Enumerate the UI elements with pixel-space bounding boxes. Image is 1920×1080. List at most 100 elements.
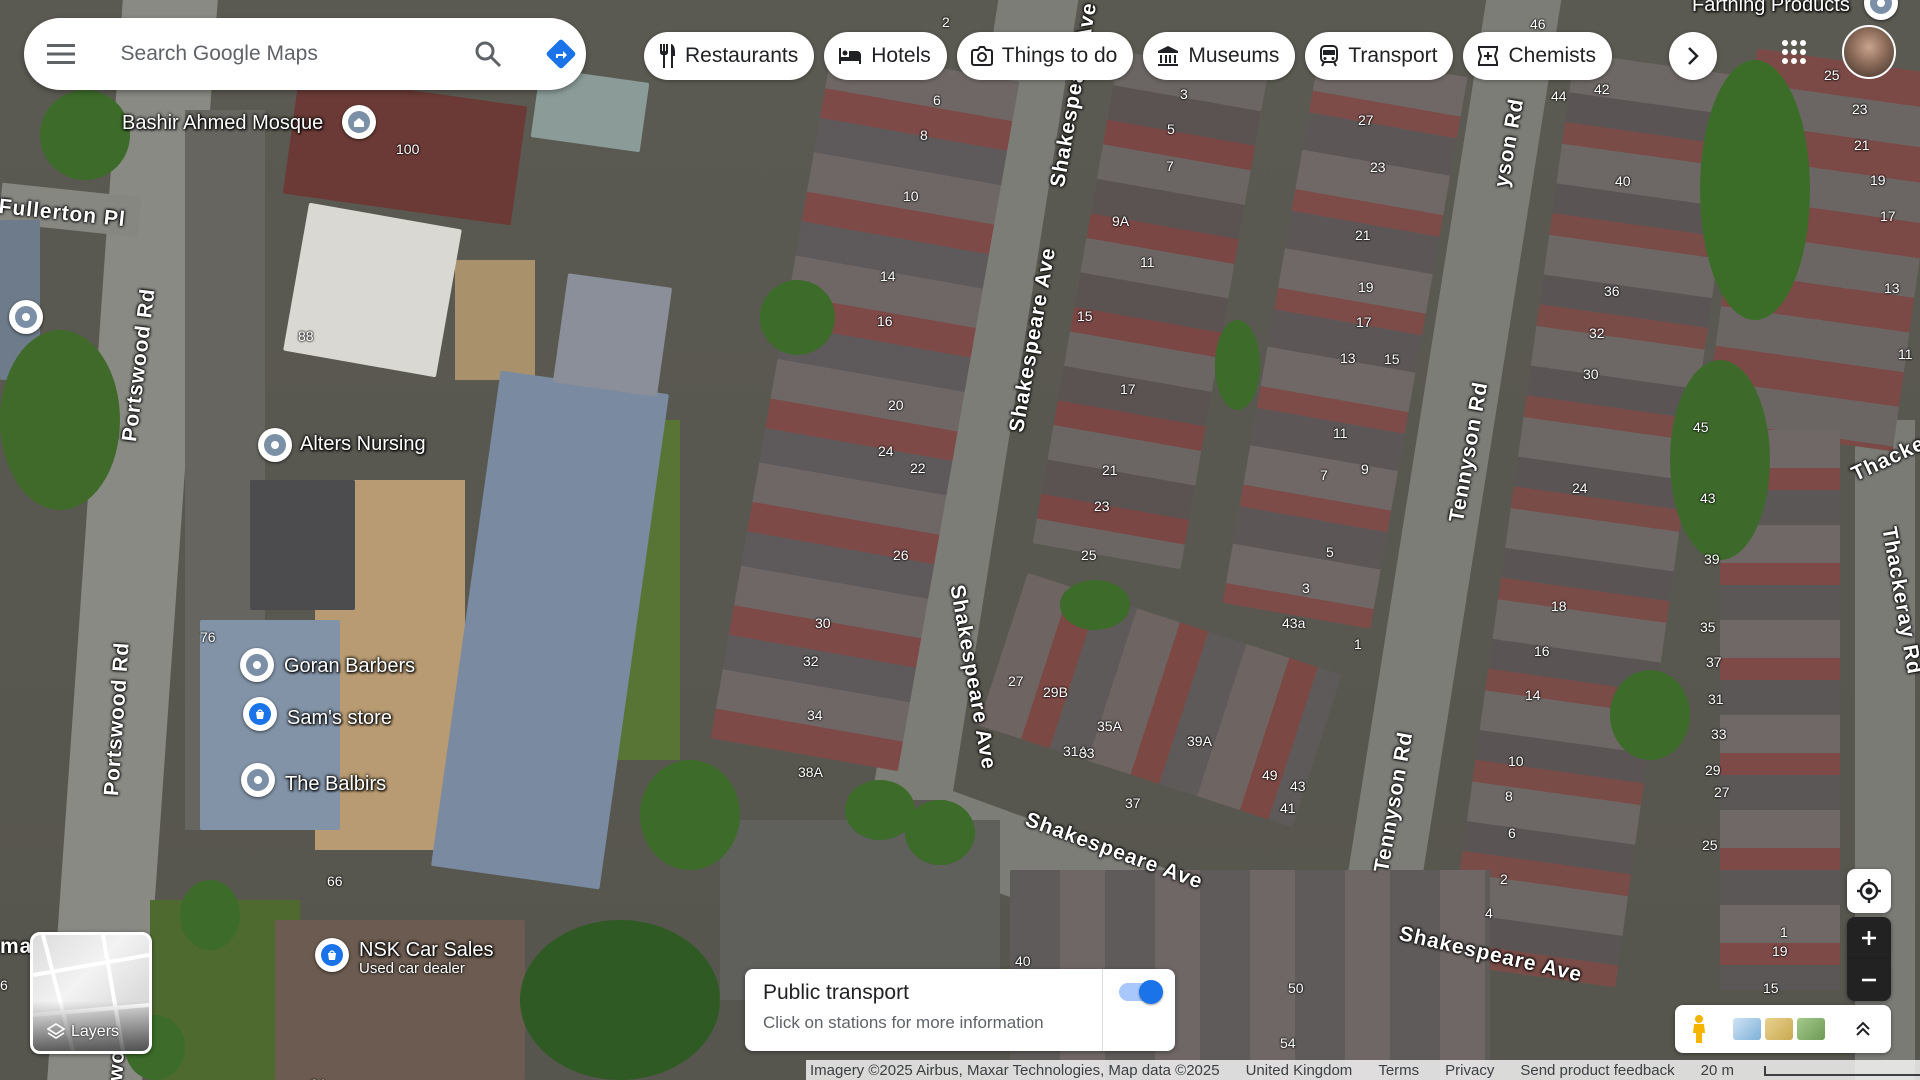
place-pin-mosque[interactable] bbox=[342, 105, 376, 139]
feedback-link[interactable]: Send product feedback bbox=[1520, 1062, 1674, 1079]
scale-bar bbox=[1763, 1065, 1920, 1076]
privacy-link[interactable]: Privacy bbox=[1445, 1062, 1494, 1079]
chip-label: Restaurants bbox=[685, 44, 799, 67]
zoom-in-button[interactable] bbox=[1847, 917, 1891, 959]
chevron-right-icon bbox=[1688, 47, 1699, 65]
house-number: 24 bbox=[878, 443, 894, 459]
house-number: 24 bbox=[1572, 480, 1588, 496]
house-number: 19 bbox=[1772, 943, 1788, 959]
chip-museums[interactable]: Museums bbox=[1143, 32, 1296, 80]
house-number: 19 bbox=[1870, 172, 1886, 188]
place-sublabel-nsk: Used car dealer bbox=[359, 960, 465, 977]
layers-button[interactable]: Layers bbox=[30, 932, 152, 1054]
house-number: 43 bbox=[1290, 778, 1306, 794]
transit-text: Public transport Click on stations for m… bbox=[745, 969, 1102, 1051]
house-number: 37 bbox=[1125, 795, 1141, 811]
place-label-sams[interactable]: Sam's store bbox=[287, 707, 392, 730]
house-number: 29B bbox=[1043, 684, 1068, 700]
search-box bbox=[24, 18, 586, 90]
house-number: 21 bbox=[1854, 137, 1870, 153]
house-number: 25 bbox=[1824, 67, 1840, 83]
house-number: 14 bbox=[1525, 687, 1541, 703]
search-icon bbox=[475, 41, 501, 68]
house-number: 1 bbox=[1780, 924, 1788, 940]
house-number: 7 bbox=[1320, 467, 1328, 483]
tree bbox=[1060, 580, 1130, 630]
place-pin-goran[interactable] bbox=[240, 648, 274, 682]
scale-control[interactable]: 20 m bbox=[1701, 1062, 1920, 1079]
roof-flats-top bbox=[552, 273, 673, 397]
expand-button[interactable] bbox=[1843, 1009, 1883, 1049]
chip-hotels[interactable]: Hotels bbox=[824, 32, 947, 80]
house-number: 30 bbox=[815, 615, 831, 631]
place-pin-farthing[interactable] bbox=[1864, 0, 1898, 20]
house-number: 33 bbox=[1079, 745, 1095, 761]
house-number: 15 bbox=[1763, 980, 1779, 996]
house-number: 9A bbox=[1112, 213, 1130, 229]
place-pin-balbirs[interactable] bbox=[241, 763, 275, 797]
imagery-thumbnail-3[interactable] bbox=[1797, 1018, 1825, 1040]
region-link[interactable]: United Kingdom bbox=[1246, 1062, 1353, 1079]
place-pin-sams[interactable] bbox=[243, 697, 277, 731]
chip-label: Hotels bbox=[871, 44, 931, 67]
hamburger-menu-icon bbox=[47, 44, 76, 64]
search-input[interactable] bbox=[118, 41, 445, 67]
imagery-thumbnail-2[interactable] bbox=[1765, 1018, 1793, 1040]
house-number: 46 bbox=[1530, 16, 1546, 32]
house-number: 54 bbox=[1280, 1035, 1296, 1051]
place-label-balbirs[interactable]: The Balbirs bbox=[285, 773, 386, 796]
hotel-icon bbox=[839, 48, 862, 64]
house-number: 6 bbox=[933, 92, 941, 108]
chip-label: Museums bbox=[1188, 44, 1280, 67]
house-number: 39A bbox=[1187, 733, 1212, 749]
place-label-alters[interactable]: Alters Nursing bbox=[300, 433, 426, 456]
chips-scroll-right-button[interactable] bbox=[1669, 32, 1717, 80]
house-number: 39 bbox=[1704, 551, 1720, 567]
chip-restaurants[interactable]: Restaurants bbox=[644, 32, 815, 80]
zoom-out-button[interactable] bbox=[1847, 959, 1891, 1001]
menu-button[interactable] bbox=[32, 24, 91, 84]
house-number: 9 bbox=[1361, 461, 1369, 477]
chip-chemists[interactable]: Chemists bbox=[1463, 32, 1612, 80]
imagery-thumbnail-1[interactable] bbox=[1733, 1018, 1761, 1040]
chip-transport[interactable]: Transport bbox=[1305, 32, 1454, 80]
house-number: 36 bbox=[1604, 283, 1620, 299]
directions-icon bbox=[546, 39, 575, 69]
tree bbox=[640, 760, 740, 870]
street-view-strip bbox=[1675, 1005, 1891, 1053]
scale-label: 20 m bbox=[1700, 1061, 1734, 1079]
house-number: 16 bbox=[1534, 643, 1550, 659]
place-label-farthing[interactable]: Farthing Products bbox=[1692, 0, 1850, 17]
roof-dark-block bbox=[250, 480, 355, 610]
place-label-goran[interactable]: Goran Barbers bbox=[284, 655, 415, 678]
imagery-attribution: Imagery ©2025 Airbus, Maxar Technologies… bbox=[810, 1061, 1220, 1079]
house-number: 37 bbox=[1706, 654, 1722, 670]
terms-link[interactable]: Terms bbox=[1378, 1062, 1419, 1079]
directions-button[interactable] bbox=[535, 28, 586, 80]
account-avatar[interactable] bbox=[1842, 25, 1896, 79]
pegman-icon bbox=[1693, 1015, 1705, 1043]
house-number: 25 bbox=[1702, 837, 1718, 853]
satellite-map[interactable]: Fullerton Pl Portswood Rd Portswood Rd S… bbox=[0, 0, 1920, 1080]
public-transport-toggle[interactable] bbox=[1119, 980, 1163, 1004]
shopping-bag-icon bbox=[256, 709, 264, 719]
place-label-nsk[interactable]: NSK Car Sales bbox=[359, 939, 494, 962]
place-pin-nsk[interactable] bbox=[315, 938, 349, 972]
chip-things-to-do[interactable]: Things to do bbox=[956, 32, 1134, 80]
place-label-mosque[interactable]: Bashir Ahmed Mosque bbox=[122, 112, 323, 135]
house-number: 34 bbox=[807, 707, 823, 723]
house-number: 27 bbox=[1008, 673, 1024, 689]
house-number: 15 bbox=[1384, 351, 1400, 367]
place-pin-left-edge[interactable] bbox=[9, 300, 43, 334]
tree bbox=[0, 330, 120, 510]
place-pin-alters[interactable] bbox=[258, 428, 292, 462]
house-number: 40 bbox=[1615, 173, 1631, 189]
my-location-button[interactable] bbox=[1847, 869, 1891, 913]
pegman-button[interactable] bbox=[1675, 1005, 1723, 1053]
house-number: 32 bbox=[803, 653, 819, 669]
house-number: 100 bbox=[396, 141, 420, 157]
house-number: 8 bbox=[1505, 788, 1513, 804]
house-number: 11 bbox=[1333, 425, 1348, 441]
search-button[interactable] bbox=[463, 28, 514, 80]
google-apps-button[interactable] bbox=[1772, 30, 1816, 74]
